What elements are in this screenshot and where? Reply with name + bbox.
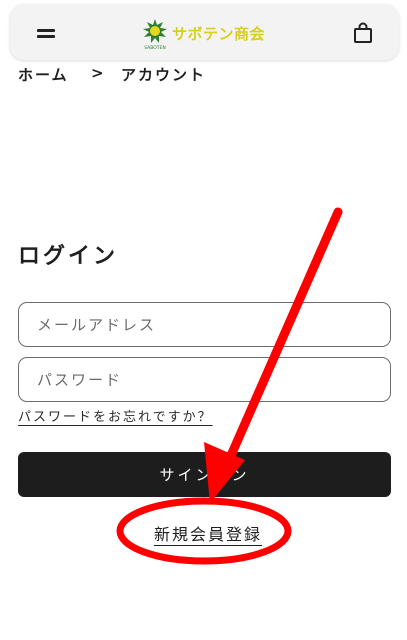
breadcrumb-home[interactable]: ホーム [18,64,69,85]
email-field[interactable] [18,302,391,347]
sign-in-button[interactable]: サインイン [18,452,391,497]
shopping-bag-icon[interactable] [352,22,374,44]
breadcrumb-current: アカウント [121,66,207,84]
breadcrumb-separator: > [91,64,106,82]
page-title: ログイン [18,244,119,269]
site-header: SABOTEN サボテン商会 [10,4,399,60]
cactus-logo-icon: SABOTEN [140,17,170,51]
logo-text: サボテン商会 [172,25,266,43]
menu-line [37,29,55,32]
menu-line [37,35,55,38]
hamburger-menu-button[interactable] [37,24,57,40]
password-field[interactable] [18,357,391,402]
site-logo[interactable]: SABOTEN サボテン商会 [140,17,265,51]
logo-subtext: SABOTEN [144,45,166,51]
register-link[interactable]: 新規会員登録 [154,521,262,545]
forgot-password-link[interactable]: パスワードをお忘れですか？ [18,406,213,425]
